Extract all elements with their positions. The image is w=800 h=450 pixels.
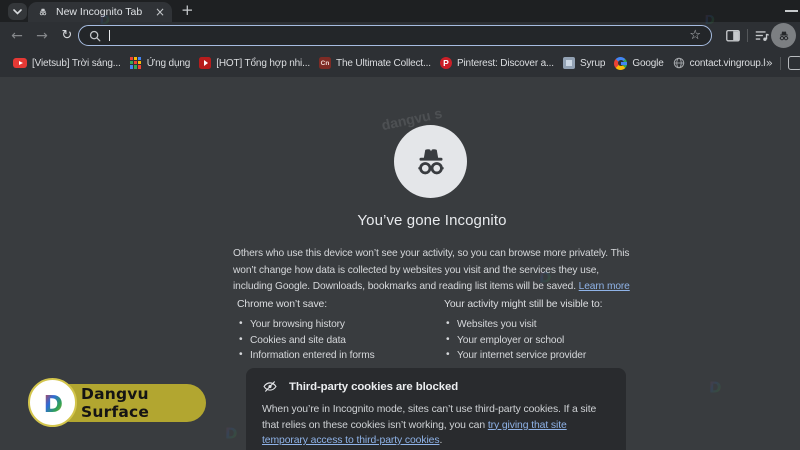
forward-button[interactable]: → bbox=[31, 22, 53, 49]
tab-title: New Incognito Tab bbox=[56, 6, 143, 18]
bookmarks-overflow-button[interactable]: » bbox=[766, 56, 773, 70]
description-text: Others who use this device won’t see you… bbox=[233, 248, 630, 292]
page-title: You’ve gone Incognito bbox=[357, 212, 507, 229]
address-bar[interactable]: ☆ bbox=[78, 25, 712, 46]
bookmark-item[interactable]: contact.vingroup.lo... bbox=[673, 57, 766, 69]
toolbar: ← → ↻ ☆ bbox=[0, 22, 800, 49]
bookmark-star-button[interactable]: ☆ bbox=[689, 29, 701, 42]
page-description: Others who use this device won’t see you… bbox=[233, 246, 633, 296]
learn-more-link[interactable]: Learn more bbox=[579, 281, 630, 292]
google-icon bbox=[614, 56, 628, 70]
globe-icon bbox=[673, 57, 684, 69]
back-button[interactable]: ← bbox=[6, 22, 28, 49]
visible-to-section: Your activity might still be visible to:… bbox=[444, 299, 634, 366]
wont-save-list: Your browsing history Cookies and site d… bbox=[237, 318, 437, 361]
bookmarks-separator bbox=[780, 56, 781, 70]
list-item: Your internet service provider bbox=[444, 349, 634, 361]
syrup-icon bbox=[562, 57, 575, 69]
reload-button[interactable]: ↻ bbox=[56, 22, 78, 49]
d-logo-icon bbox=[39, 389, 67, 417]
bookmark-item[interactable]: Ứng dụng bbox=[129, 57, 190, 69]
incognito-profile-badge[interactable] bbox=[771, 23, 796, 48]
search-icon bbox=[89, 30, 101, 41]
video-icon bbox=[199, 57, 212, 69]
minimize-button[interactable] bbox=[785, 10, 798, 12]
incognito-icon bbox=[408, 139, 454, 185]
list-item: Your employer or school bbox=[444, 334, 634, 346]
side-panel-icon[interactable] bbox=[788, 56, 800, 70]
list-item: Information entered in forms bbox=[237, 349, 437, 361]
cookies-body-suffix: . bbox=[439, 435, 443, 446]
bookmark-list: [Vietsub] Trời sáng... Ứng dụng [HOT] Tổ… bbox=[13, 56, 766, 70]
bookmark-item[interactable]: [HOT] Tổng hợp nhi... bbox=[199, 57, 310, 69]
playlist-icon[interactable] bbox=[754, 28, 770, 43]
tab-search-button[interactable] bbox=[8, 3, 27, 20]
list-item: Websites you visit bbox=[444, 318, 634, 330]
bookmark-item[interactable]: Syrup bbox=[562, 57, 605, 69]
bookmark-item[interactable]: P Pinterest: Discover a... bbox=[439, 57, 554, 69]
new-tab-button[interactable]: + bbox=[181, 1, 194, 19]
bookmark-item[interactable]: Cn The Ultimate Collect... bbox=[319, 57, 431, 69]
list-item: Cookies and site data bbox=[237, 334, 437, 346]
visible-to-heading: Your activity might still be visible to: bbox=[444, 299, 603, 310]
text-caret bbox=[109, 30, 110, 41]
brand-logo bbox=[28, 378, 77, 427]
toolbar-separator bbox=[747, 29, 748, 42]
apps-grid-icon bbox=[129, 57, 142, 69]
list-item: Your browsing history bbox=[237, 318, 437, 330]
cookies-card-title: Third-party cookies are blocked bbox=[289, 380, 459, 393]
bookmark-item[interactable]: Google bbox=[614, 56, 664, 70]
youtube-icon bbox=[13, 58, 27, 68]
chevron-down-icon bbox=[13, 8, 22, 15]
wont-save-section: Chrome won’t save: Your browsing history… bbox=[237, 299, 437, 366]
watermark-logo bbox=[222, 424, 240, 442]
third-party-cookies-card: Third-party cookies are blocked When you… bbox=[246, 368, 626, 450]
cookies-card-body: When you’re in Incognito mode, sites can… bbox=[262, 402, 610, 449]
pinterest-icon: P bbox=[439, 57, 452, 69]
tab-new-incognito[interactable]: New Incognito Tab × bbox=[28, 2, 172, 22]
incognito-icon bbox=[37, 6, 49, 18]
tab-close-button[interactable]: × bbox=[155, 6, 165, 18]
bookmark-item[interactable]: [Vietsub] Trời sáng... bbox=[13, 58, 121, 69]
bookmarks-bar: [Vietsub] Trời sáng... Ứng dụng [HOT] Tổ… bbox=[0, 49, 800, 77]
brand-name: Dangvu Surface bbox=[81, 385, 150, 421]
watermark-logo bbox=[706, 378, 724, 396]
reading-list-icon[interactable] bbox=[725, 28, 741, 43]
tab-strip: New Incognito Tab × + bbox=[0, 0, 800, 22]
incognito-icon bbox=[776, 28, 792, 44]
visible-to-list: Websites you visit Your employer or scho… bbox=[444, 318, 634, 361]
wont-save-heading: Chrome won’t save: bbox=[237, 299, 328, 310]
cn-icon: Cn bbox=[319, 57, 332, 69]
eye-off-icon bbox=[263, 381, 277, 392]
incognito-badge-circle bbox=[394, 125, 467, 198]
